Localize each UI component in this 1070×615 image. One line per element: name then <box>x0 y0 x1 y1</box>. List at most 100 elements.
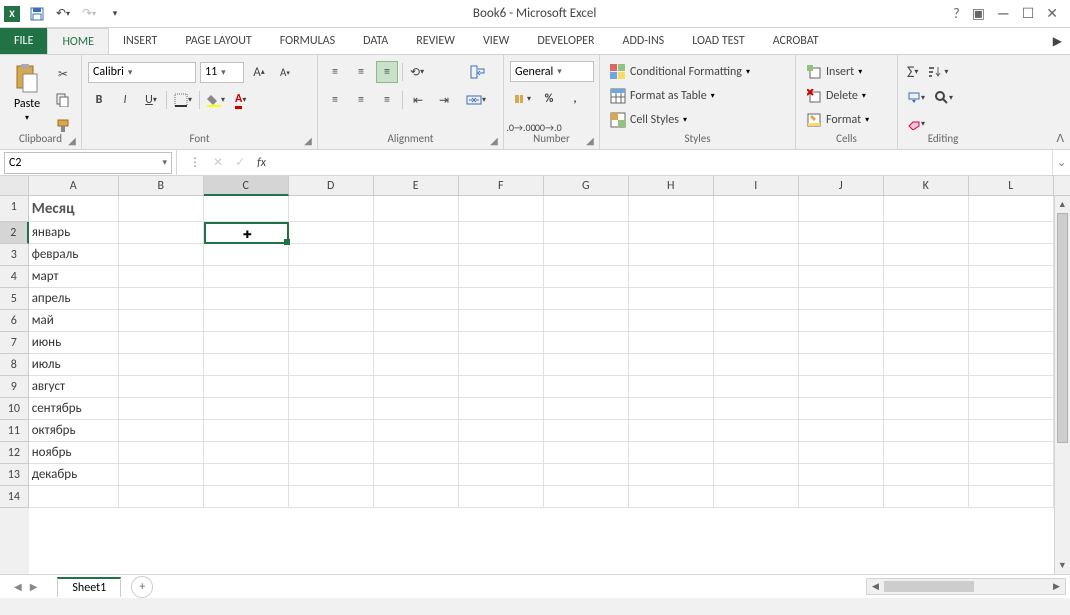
cell[interactable] <box>884 244 969 266</box>
cell[interactable] <box>119 376 204 398</box>
tab-loadtest[interactable]: LOAD TEST <box>678 28 759 54</box>
cell[interactable] <box>884 420 969 442</box>
cell[interactable] <box>204 310 289 332</box>
tab-review[interactable]: REVIEW <box>402 28 469 54</box>
cell[interactable]: апрель <box>29 288 119 310</box>
excel-logo[interactable]: X <box>4 6 20 22</box>
align-left-icon[interactable]: ≡ <box>324 89 346 111</box>
cell[interactable] <box>969 442 1054 464</box>
decrease-indent-icon[interactable]: ⇤ <box>407 89 429 111</box>
cell[interactable] <box>289 196 374 222</box>
align-middle-icon[interactable]: ≡ <box>350 61 372 83</box>
cell[interactable] <box>119 442 204 464</box>
cell[interactable] <box>374 288 459 310</box>
cell[interactable] <box>289 354 374 376</box>
vertical-scrollbar[interactable]: ▲ ▼ <box>1054 196 1070 574</box>
font-name-combo[interactable]: Calibri▾ <box>88 62 196 83</box>
cell[interactable] <box>714 222 799 244</box>
cell[interactable] <box>119 196 204 222</box>
cell[interactable] <box>374 222 459 244</box>
sheet-nav-next-icon[interactable]: ▶ <box>26 580 42 593</box>
cell[interactable] <box>544 196 629 222</box>
qat-customize-icon[interactable]: ▾ <box>106 5 124 23</box>
cell[interactable] <box>544 332 629 354</box>
save-icon[interactable] <box>28 5 46 23</box>
cell[interactable] <box>799 196 884 222</box>
cell[interactable] <box>289 332 374 354</box>
cell[interactable] <box>374 420 459 442</box>
cell[interactable] <box>799 464 884 486</box>
decrease-font-icon[interactable]: A▾ <box>274 61 296 83</box>
horizontal-scrollbar[interactable]: ◀ ▶ <box>866 578 1066 595</box>
cell[interactable] <box>714 310 799 332</box>
cell[interactable]: октябрь <box>29 420 119 442</box>
cell[interactable] <box>714 486 799 508</box>
align-center-icon[interactable]: ≡ <box>350 89 372 111</box>
align-top-icon[interactable]: ≡ <box>324 61 346 83</box>
cell[interactable]: ноябрь <box>29 442 119 464</box>
cell[interactable] <box>544 266 629 288</box>
cell[interactable] <box>544 420 629 442</box>
cell[interactable] <box>374 266 459 288</box>
enter-formula-icon[interactable]: ✓ <box>229 155 251 170</box>
cell[interactable] <box>799 310 884 332</box>
row-header[interactable]: 3 <box>0 244 29 266</box>
cell[interactable] <box>714 420 799 442</box>
cell[interactable] <box>884 354 969 376</box>
cell[interactable] <box>204 486 289 508</box>
cell[interactable] <box>459 398 544 420</box>
cell[interactable] <box>884 398 969 420</box>
cell[interactable]: февраль <box>29 244 119 266</box>
cell[interactable] <box>884 222 969 244</box>
cell[interactable] <box>714 442 799 464</box>
cell[interactable] <box>629 420 714 442</box>
cell[interactable] <box>884 266 969 288</box>
cell[interactable] <box>884 464 969 486</box>
cell[interactable] <box>459 222 544 244</box>
cell[interactable] <box>544 244 629 266</box>
cell[interactable] <box>119 222 204 244</box>
conditional-formatting-button[interactable]: Conditional Formatting▾ <box>606 61 754 83</box>
row-header[interactable]: 7 <box>0 332 29 354</box>
cell[interactable] <box>119 244 204 266</box>
cell[interactable] <box>969 332 1054 354</box>
cell[interactable] <box>884 310 969 332</box>
cell[interactable]: март <box>29 266 119 288</box>
scroll-down-icon[interactable]: ▼ <box>1055 557 1070 574</box>
tab-home[interactable]: HOME <box>47 28 109 54</box>
font-size-combo[interactable]: 11▾ <box>200 62 244 83</box>
cell[interactable] <box>884 376 969 398</box>
sheet-tab[interactable]: Sheet1 <box>57 577 121 597</box>
align-right-icon[interactable]: ≡ <box>376 89 398 111</box>
cell[interactable] <box>544 376 629 398</box>
row-header[interactable]: 9 <box>0 376 29 398</box>
row-header[interactable]: 1 <box>0 196 29 222</box>
maximize-icon[interactable]: ☐ <box>1022 5 1035 22</box>
row-header[interactable]: 8 <box>0 354 29 376</box>
column-header[interactable]: G <box>544 176 629 196</box>
column-header[interactable]: B <box>119 176 204 196</box>
scroll-right-icon[interactable]: ▶ <box>1048 579 1065 594</box>
scroll-left-icon[interactable]: ◀ <box>867 579 884 594</box>
cell[interactable] <box>799 376 884 398</box>
cell[interactable] <box>119 266 204 288</box>
cell[interactable]: Месяц <box>29 196 119 222</box>
column-header[interactable]: F <box>459 176 544 196</box>
cell[interactable] <box>629 464 714 486</box>
cell[interactable] <box>629 196 714 222</box>
cell[interactable] <box>119 398 204 420</box>
underline-button[interactable]: U▾ <box>140 89 162 111</box>
minimize-icon[interactable]: — <box>997 5 1010 22</box>
cell[interactable] <box>459 442 544 464</box>
copy-icon[interactable] <box>52 89 74 111</box>
cell[interactable] <box>119 420 204 442</box>
cell[interactable] <box>204 266 289 288</box>
formula-options-icon[interactable]: ⋮ <box>183 155 207 170</box>
cell[interactable] <box>119 354 204 376</box>
tabs-scroll-right-icon[interactable]: ▶ <box>1045 28 1070 54</box>
cell-styles-button[interactable]: Cell Styles▾ <box>606 109 754 131</box>
cell[interactable] <box>374 244 459 266</box>
cell[interactable] <box>714 376 799 398</box>
cell[interactable]: август <box>29 376 119 398</box>
cell[interactable] <box>714 288 799 310</box>
